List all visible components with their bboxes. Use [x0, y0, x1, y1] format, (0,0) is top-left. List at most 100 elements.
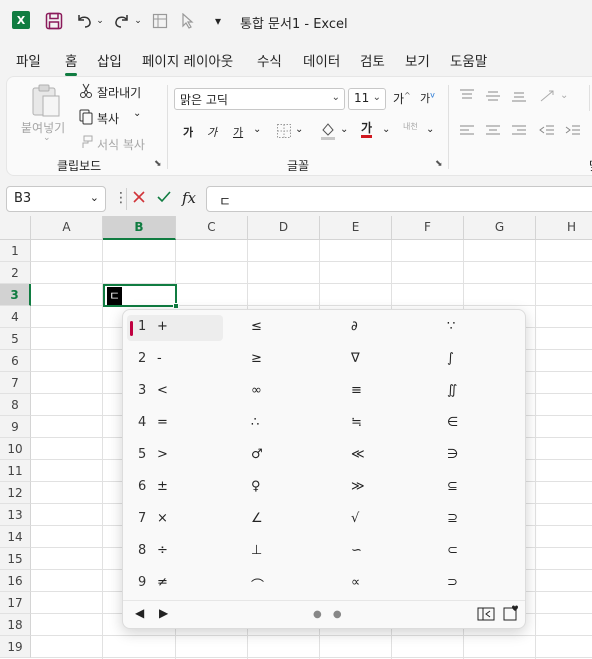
favorites-icon[interactable] — [503, 605, 519, 624]
shrink-font-button[interactable]: 가v — [420, 90, 435, 106]
cut-icon[interactable] — [79, 83, 93, 102]
font-name-dropdown[interactable]: 맑은 고딕 ⌄ — [174, 88, 345, 110]
ime-candidate[interactable]: ∂ — [351, 315, 431, 341]
ime-candidate[interactable]: ⊂ — [447, 539, 517, 565]
select-all-corner[interactable] — [0, 216, 31, 240]
ime-candidate[interactable]: 6 ± — [127, 475, 223, 501]
ime-candidate[interactable]: ♂ — [251, 443, 331, 469]
cancel-icon[interactable] — [132, 190, 146, 207]
italic-button[interactable]: 가 — [207, 124, 217, 140]
format-painter-icon[interactable] — [79, 135, 93, 152]
column-header-d[interactable]: D — [248, 216, 320, 240]
undo-dropdown-icon[interactable]: ⌄ — [96, 11, 104, 31]
ime-candidate[interactable]: 7 × — [127, 507, 223, 533]
ime-candidate[interactable]: ∵ — [447, 315, 517, 341]
name-box[interactable]: B3 ⌄ — [6, 186, 106, 212]
fill-color-dropdown-icon[interactable]: ⌄ — [340, 124, 348, 135]
emoji-panel-icon[interactable] — [477, 607, 495, 624]
tab-file[interactable]: 파일 — [16, 50, 41, 70]
redo-dropdown-icon[interactable]: ⌄ — [134, 11, 142, 31]
ime-candidate[interactable]: ⊃ — [447, 571, 517, 597]
orientation-dropdown-icon[interactable]: ⌄ — [560, 90, 568, 101]
phonetic-guide-button[interactable]: 내천 — [403, 121, 418, 132]
ime-candidate[interactable]: ∽ — [351, 539, 431, 565]
formula-input[interactable]: ㄷ — [206, 186, 592, 212]
ime-candidate[interactable]: ∋ — [447, 443, 517, 469]
row-header-9[interactable]: 9 — [0, 416, 31, 438]
phonetic-dropdown-icon[interactable]: ⌄ — [426, 124, 434, 135]
ime-candidate[interactable]: 8 ÷ — [127, 539, 223, 565]
ime-candidate[interactable]: √ — [351, 507, 431, 533]
ime-prev-page-button[interactable]: ◀ — [135, 606, 144, 620]
row-header-14[interactable]: 14 — [0, 526, 31, 548]
tab-help[interactable]: 도움말 — [450, 50, 487, 70]
row-header-15[interactable]: 15 — [0, 548, 31, 570]
undo-icon[interactable] — [74, 11, 94, 31]
ime-next-page-button[interactable]: ▶ — [159, 606, 168, 620]
align-center-icon[interactable] — [485, 124, 501, 141]
save-icon[interactable] — [44, 11, 64, 31]
ime-candidate[interactable]: ∠ — [251, 507, 331, 533]
ime-candidate[interactable]: 1 + — [127, 315, 223, 341]
row-header-13[interactable]: 13 — [0, 504, 31, 526]
row-header-17[interactable]: 17 — [0, 592, 31, 614]
decrease-indent-icon[interactable] — [539, 124, 555, 141]
row-header-19[interactable]: 19 — [0, 636, 31, 658]
ime-candidate[interactable]: ∫ — [447, 347, 517, 373]
ime-candidate[interactable]: ⊆ — [447, 475, 517, 501]
row-header-2[interactable]: 2 — [0, 262, 31, 284]
ime-candidate[interactable]: ∝ — [351, 571, 431, 597]
row-header-4[interactable]: 4 — [0, 306, 31, 328]
tab-data[interactable]: 데이터 — [303, 50, 340, 70]
enter-icon[interactable] — [156, 190, 172, 207]
align-left-icon[interactable] — [459, 124, 475, 141]
insert-function-button[interactable]: fx — [182, 189, 196, 207]
font-launcher-icon[interactable]: ⬊ — [435, 159, 443, 169]
paste-dropdown-icon[interactable]: ⌄ — [43, 133, 51, 143]
tab-view[interactable]: 보기 — [405, 50, 430, 70]
row-header-6[interactable]: 6 — [0, 350, 31, 372]
borders-dropdown-icon[interactable]: ⌄ — [295, 124, 303, 135]
ime-candidate[interactable]: ∞ — [251, 379, 331, 405]
column-header-e[interactable]: E — [320, 216, 392, 240]
ime-candidate[interactable]: 2- — [127, 347, 223, 373]
ime-candidate[interactable]: 9 ≠ — [127, 571, 223, 597]
cut-button[interactable]: 잘라내기 — [97, 84, 141, 101]
column-header-g[interactable]: G — [464, 216, 536, 240]
bold-button[interactable]: 가 — [183, 124, 193, 140]
ime-candidate[interactable]: ⊇ — [447, 507, 517, 533]
active-cell-b3[interactable]: ㄷ — [103, 284, 179, 309]
ime-candidate[interactable]: ⊥ — [251, 539, 331, 565]
row-header-3[interactable]: 3 — [0, 284, 31, 306]
ime-candidate[interactable]: 3 < — [127, 379, 223, 405]
ime-candidate[interactable]: ≡ — [351, 379, 431, 405]
ime-candidate[interactable]: ≥ — [251, 347, 331, 373]
bottom-align-icon[interactable] — [511, 89, 527, 106]
ime-candidate[interactable]: ≒ — [351, 411, 431, 437]
row-header-10[interactable]: 10 — [0, 438, 31, 460]
ime-candidate[interactable]: ∴ — [251, 411, 331, 437]
align-right-icon[interactable] — [511, 124, 527, 141]
ime-candidate[interactable]: ∬ — [447, 379, 517, 405]
copy-dropdown-icon[interactable]: ⌄ — [133, 108, 141, 119]
font-color-button[interactable]: 가 — [361, 121, 373, 138]
ime-candidate[interactable]: ∈ — [447, 411, 517, 437]
column-header-b[interactable]: B — [103, 216, 176, 240]
ime-candidate[interactable]: ≤ — [251, 315, 331, 341]
column-header-f[interactable]: F — [392, 216, 464, 240]
paste-icon[interactable] — [29, 83, 63, 122]
grow-font-button[interactable]: 가^ — [393, 90, 411, 107]
underline-button[interactable]: 가 — [233, 124, 243, 140]
copy-button[interactable]: 복사 — [97, 110, 119, 127]
middle-align-icon[interactable] — [485, 89, 501, 106]
row-header-12[interactable]: 12 — [0, 482, 31, 504]
top-align-icon[interactable] — [459, 89, 475, 106]
tab-page-layout[interactable]: 페이지 레이아웃 — [142, 50, 233, 70]
ime-candidate[interactable]: ≫ — [351, 475, 431, 501]
ime-candidate[interactable]: ≪ — [351, 443, 431, 469]
customize-qat-dropdown[interactable]: ▾ — [208, 11, 228, 31]
ime-candidate[interactable]: ∇ — [351, 347, 431, 373]
ime-candidate[interactable]: 5 > — [127, 443, 223, 469]
copy-icon[interactable] — [79, 109, 93, 128]
row-header-16[interactable]: 16 — [0, 570, 31, 592]
